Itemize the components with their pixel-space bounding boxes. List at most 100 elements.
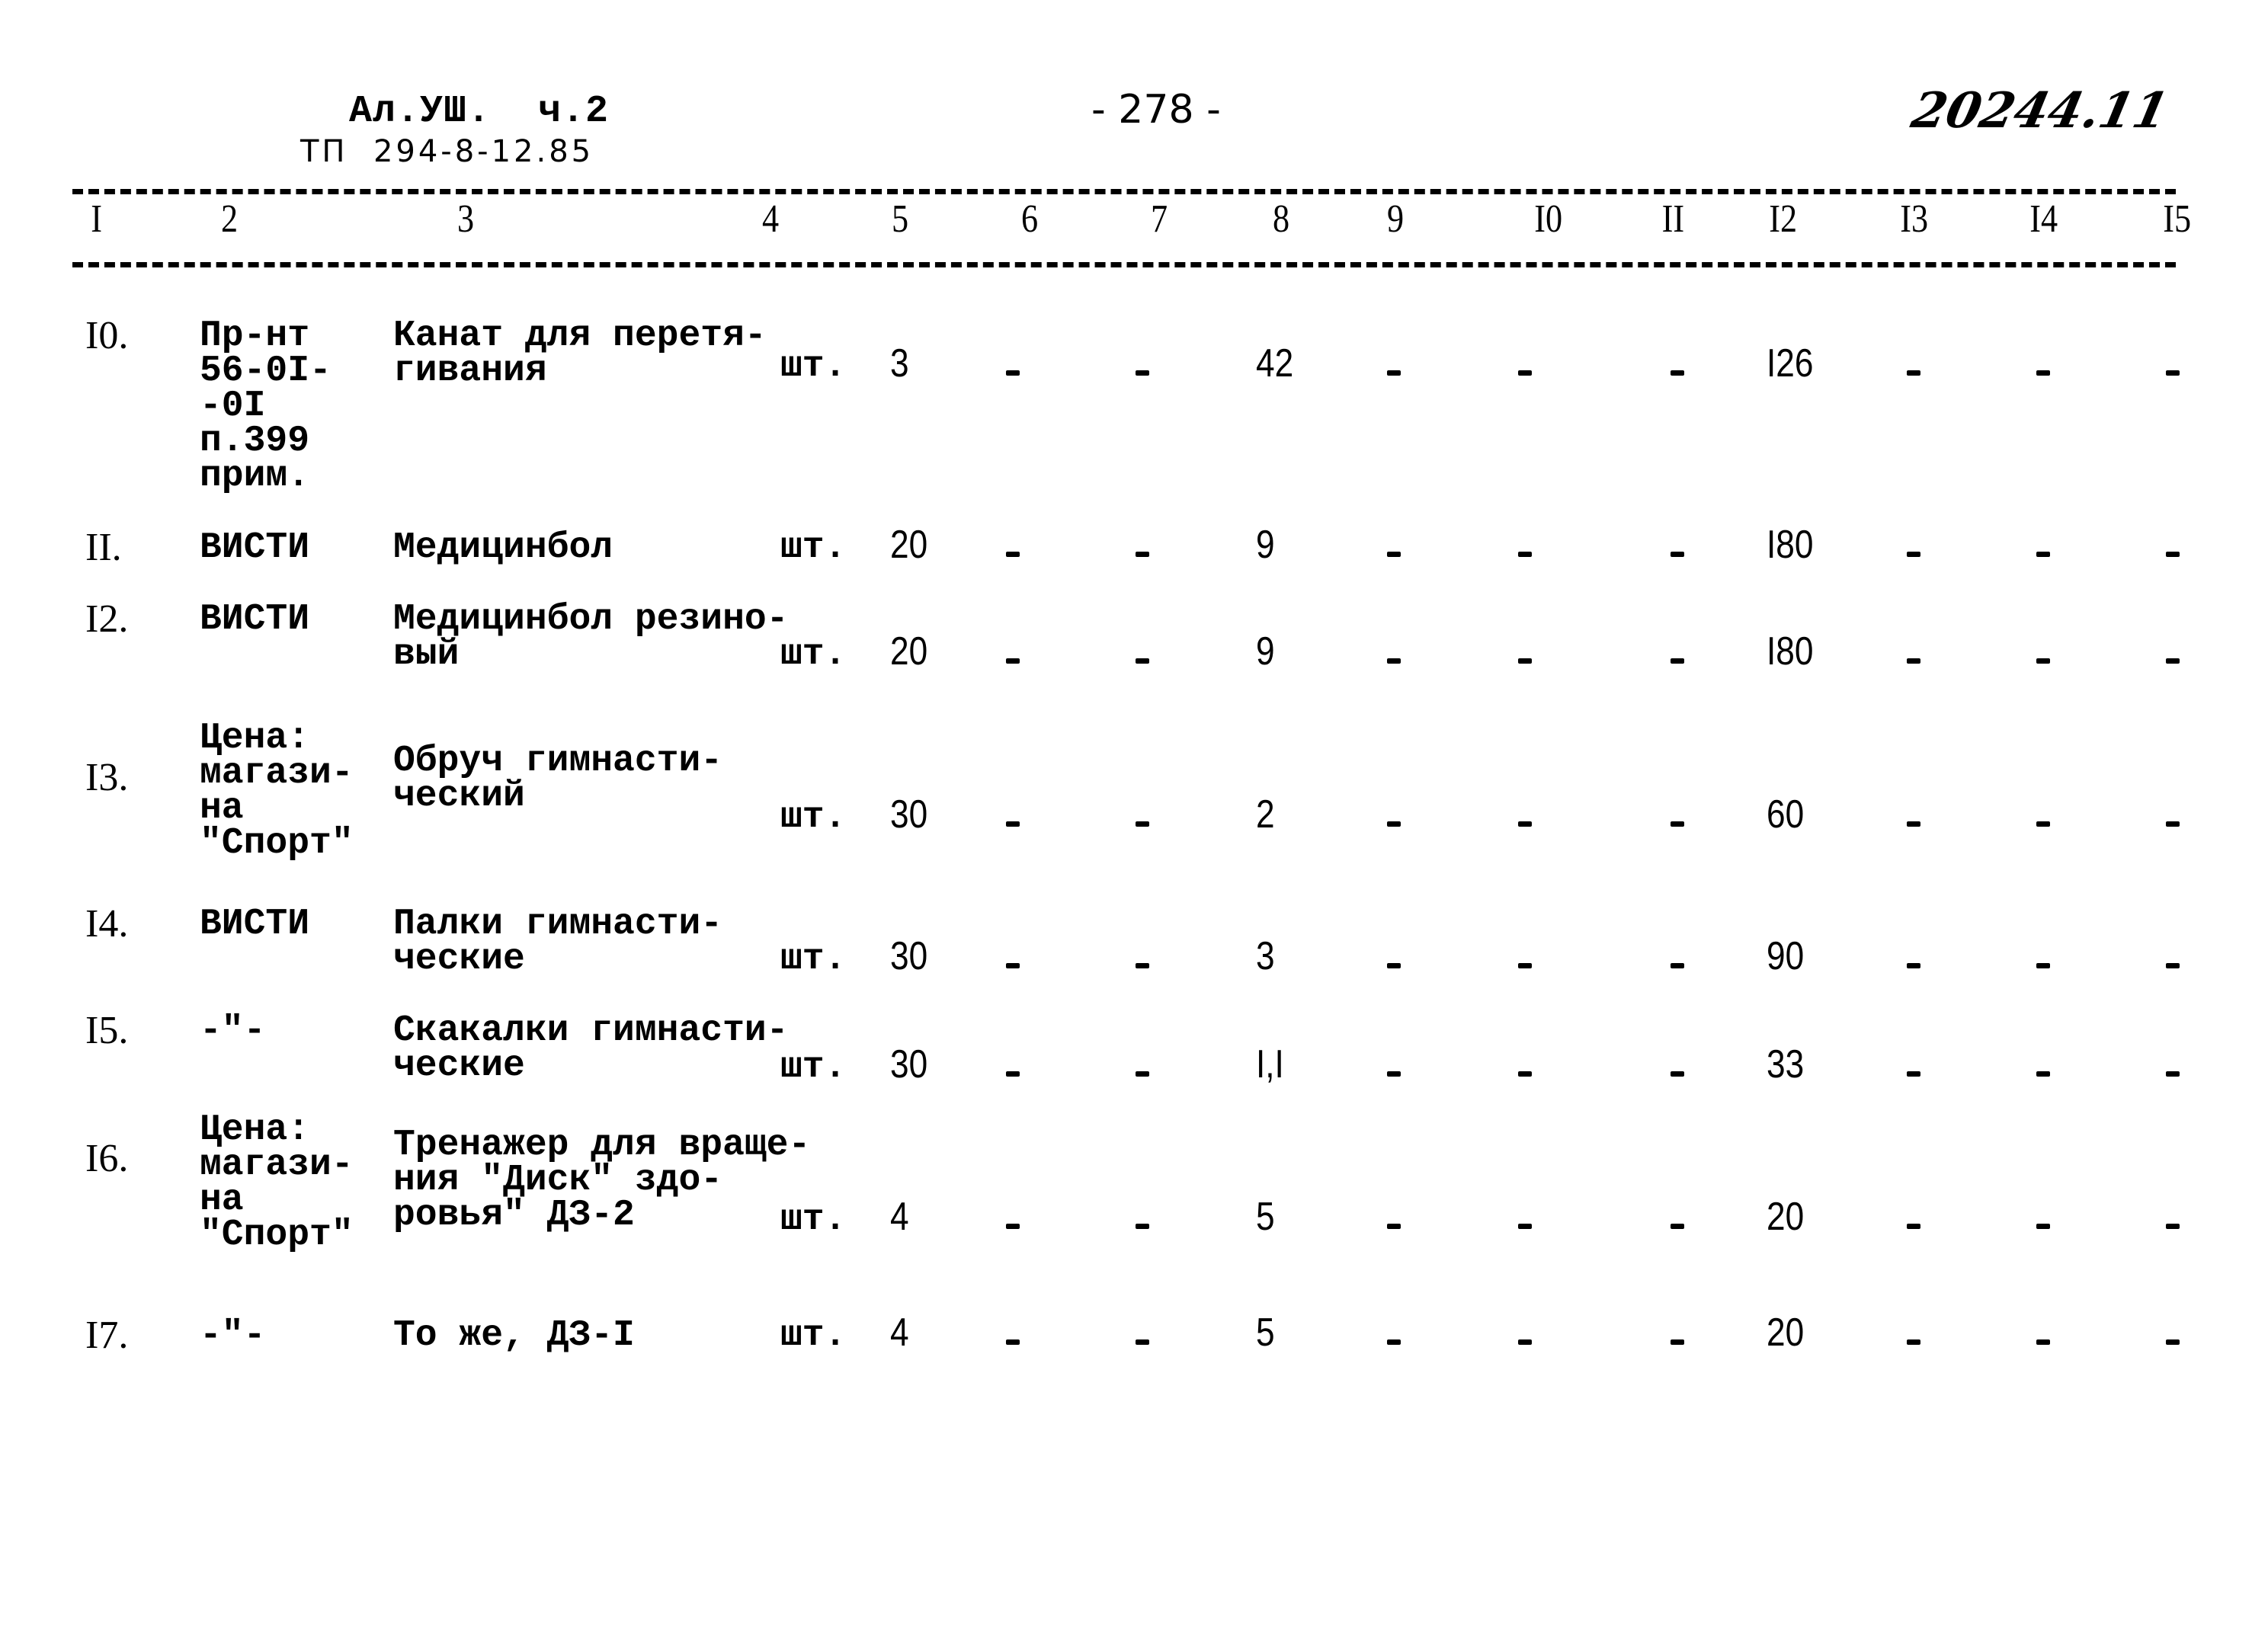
column-number: I4 bbox=[2029, 197, 2058, 241]
row-number: I6. bbox=[85, 1137, 129, 1180]
row-number: I7. bbox=[85, 1314, 129, 1357]
item-name: Медицинбол bbox=[393, 527, 613, 568]
page-number: - 278 - bbox=[1091, 87, 1221, 133]
value-col-8: 5 bbox=[1256, 1195, 1275, 1239]
empty-value-dash bbox=[1671, 963, 1684, 968]
empty-value-dash bbox=[1518, 1339, 1532, 1345]
empty-value-dash bbox=[1671, 552, 1684, 557]
column-number: 2 bbox=[220, 197, 239, 241]
item-name: Обруч гимнасти- ческий bbox=[393, 741, 723, 817]
empty-value-dash bbox=[1136, 552, 1149, 557]
empty-value-dash bbox=[2166, 1224, 2180, 1229]
empty-value-dash bbox=[1006, 658, 1020, 664]
handwritten-inventory-number: 20244.11 bbox=[1907, 82, 2174, 139]
empty-value-dash bbox=[1907, 821, 1920, 827]
empty-value-dash bbox=[1387, 1224, 1401, 1229]
item-name: Медицинбол резино- вый bbox=[393, 599, 789, 675]
empty-value-dash bbox=[1671, 1339, 1684, 1345]
item-name: Скакалки гимнасти- ческие bbox=[393, 1010, 789, 1087]
price-source: -"- bbox=[200, 1315, 266, 1356]
column-number: I2 bbox=[1769, 197, 1798, 241]
value-col-12: 20 bbox=[1767, 1195, 1805, 1239]
column-number: 6 bbox=[1020, 197, 1039, 241]
price-source: -"- bbox=[200, 1010, 266, 1051]
empty-value-dash bbox=[1387, 658, 1401, 664]
empty-value-dash bbox=[2036, 552, 2050, 557]
value-col-8: 3 bbox=[1256, 934, 1275, 978]
empty-value-dash bbox=[1006, 370, 1020, 376]
price-source: Пр-нт 56-0I- -0I п.399 прим. bbox=[200, 315, 332, 497]
empty-value-dash bbox=[1387, 370, 1401, 376]
item-name: Канат для перетя- гивания bbox=[393, 315, 767, 392]
empty-value-dash bbox=[2166, 963, 2180, 968]
empty-value-dash bbox=[1006, 1339, 1020, 1345]
value-col-12: 33 bbox=[1767, 1042, 1805, 1087]
header-rule-bottom bbox=[72, 262, 2176, 267]
project-code: ТП 294-8-12.85 bbox=[300, 134, 594, 169]
empty-value-dash bbox=[2166, 821, 2180, 827]
empty-value-dash bbox=[1006, 552, 1020, 557]
unit-of-measure: шт. bbox=[780, 1199, 847, 1240]
value-col-5: 30 bbox=[890, 934, 928, 978]
value-col-12: 60 bbox=[1767, 792, 1805, 837]
unit-of-measure: шт. bbox=[780, 527, 847, 568]
empty-value-dash bbox=[1518, 821, 1532, 827]
value-col-5: 20 bbox=[890, 629, 928, 674]
row-number: I3. bbox=[85, 756, 129, 799]
empty-value-dash bbox=[1006, 821, 1020, 827]
empty-value-dash bbox=[2036, 658, 2050, 664]
empty-value-dash bbox=[1671, 821, 1684, 827]
value-col-8: 2 bbox=[1256, 792, 1275, 837]
value-col-12: I80 bbox=[1767, 629, 1814, 674]
empty-value-dash bbox=[2166, 1071, 2180, 1077]
column-number: 7 bbox=[1150, 197, 1168, 241]
column-number: II bbox=[1661, 197, 1685, 241]
unit-of-measure: шт. bbox=[780, 1315, 847, 1356]
column-number: 5 bbox=[891, 197, 909, 241]
value-col-5: 4 bbox=[890, 1195, 909, 1239]
column-number: I bbox=[91, 197, 103, 241]
column-number: I3 bbox=[1900, 197, 1929, 241]
value-col-8: 42 bbox=[1256, 341, 1294, 386]
empty-value-dash bbox=[1006, 963, 1020, 968]
price-source: Цена: магази- на "Спорт" bbox=[200, 718, 354, 864]
empty-value-dash bbox=[1387, 1071, 1401, 1077]
value-col-8: 9 bbox=[1256, 523, 1275, 567]
empty-value-dash bbox=[1136, 658, 1149, 664]
price-source: Цена: магази- на "Спорт" bbox=[200, 1109, 354, 1256]
header-rule-top bbox=[72, 189, 2176, 194]
empty-value-dash bbox=[1907, 1071, 1920, 1077]
empty-value-dash bbox=[1387, 552, 1401, 557]
item-name: Палки гимнасти- ческие bbox=[393, 904, 723, 980]
value-col-8: 5 bbox=[1256, 1311, 1275, 1355]
value-col-5: 4 bbox=[890, 1311, 909, 1355]
empty-value-dash bbox=[1518, 1224, 1532, 1229]
row-number: I2. bbox=[85, 597, 129, 641]
empty-value-dash bbox=[2166, 370, 2180, 376]
column-number: I0 bbox=[1534, 197, 1563, 241]
empty-value-dash bbox=[1136, 1224, 1149, 1229]
value-col-5: 20 bbox=[890, 523, 928, 567]
item-name: То же, ДЗ-I bbox=[393, 1315, 635, 1356]
value-col-12: 90 bbox=[1767, 934, 1805, 978]
column-number: 4 bbox=[761, 197, 780, 241]
unit-of-measure: шт. bbox=[780, 1047, 847, 1088]
empty-value-dash bbox=[1907, 658, 1920, 664]
empty-value-dash bbox=[1518, 552, 1532, 557]
empty-value-dash bbox=[1387, 963, 1401, 968]
unit-of-measure: шт. bbox=[780, 797, 847, 838]
row-number: I0. bbox=[85, 314, 129, 357]
empty-value-dash bbox=[1136, 370, 1149, 376]
unit-of-measure: шт. bbox=[780, 939, 847, 980]
value-col-5: 30 bbox=[890, 792, 928, 837]
column-number: 3 bbox=[456, 197, 475, 241]
value-col-5: 30 bbox=[890, 1042, 928, 1087]
empty-value-dash bbox=[1006, 1071, 1020, 1077]
empty-value-dash bbox=[1907, 1339, 1920, 1345]
row-number: I4. bbox=[85, 902, 129, 946]
value-col-8: I,I bbox=[1256, 1042, 1284, 1087]
empty-value-dash bbox=[1671, 1224, 1684, 1229]
empty-value-dash bbox=[1907, 552, 1920, 557]
empty-value-dash bbox=[1136, 1071, 1149, 1077]
empty-value-dash bbox=[2036, 963, 2050, 968]
